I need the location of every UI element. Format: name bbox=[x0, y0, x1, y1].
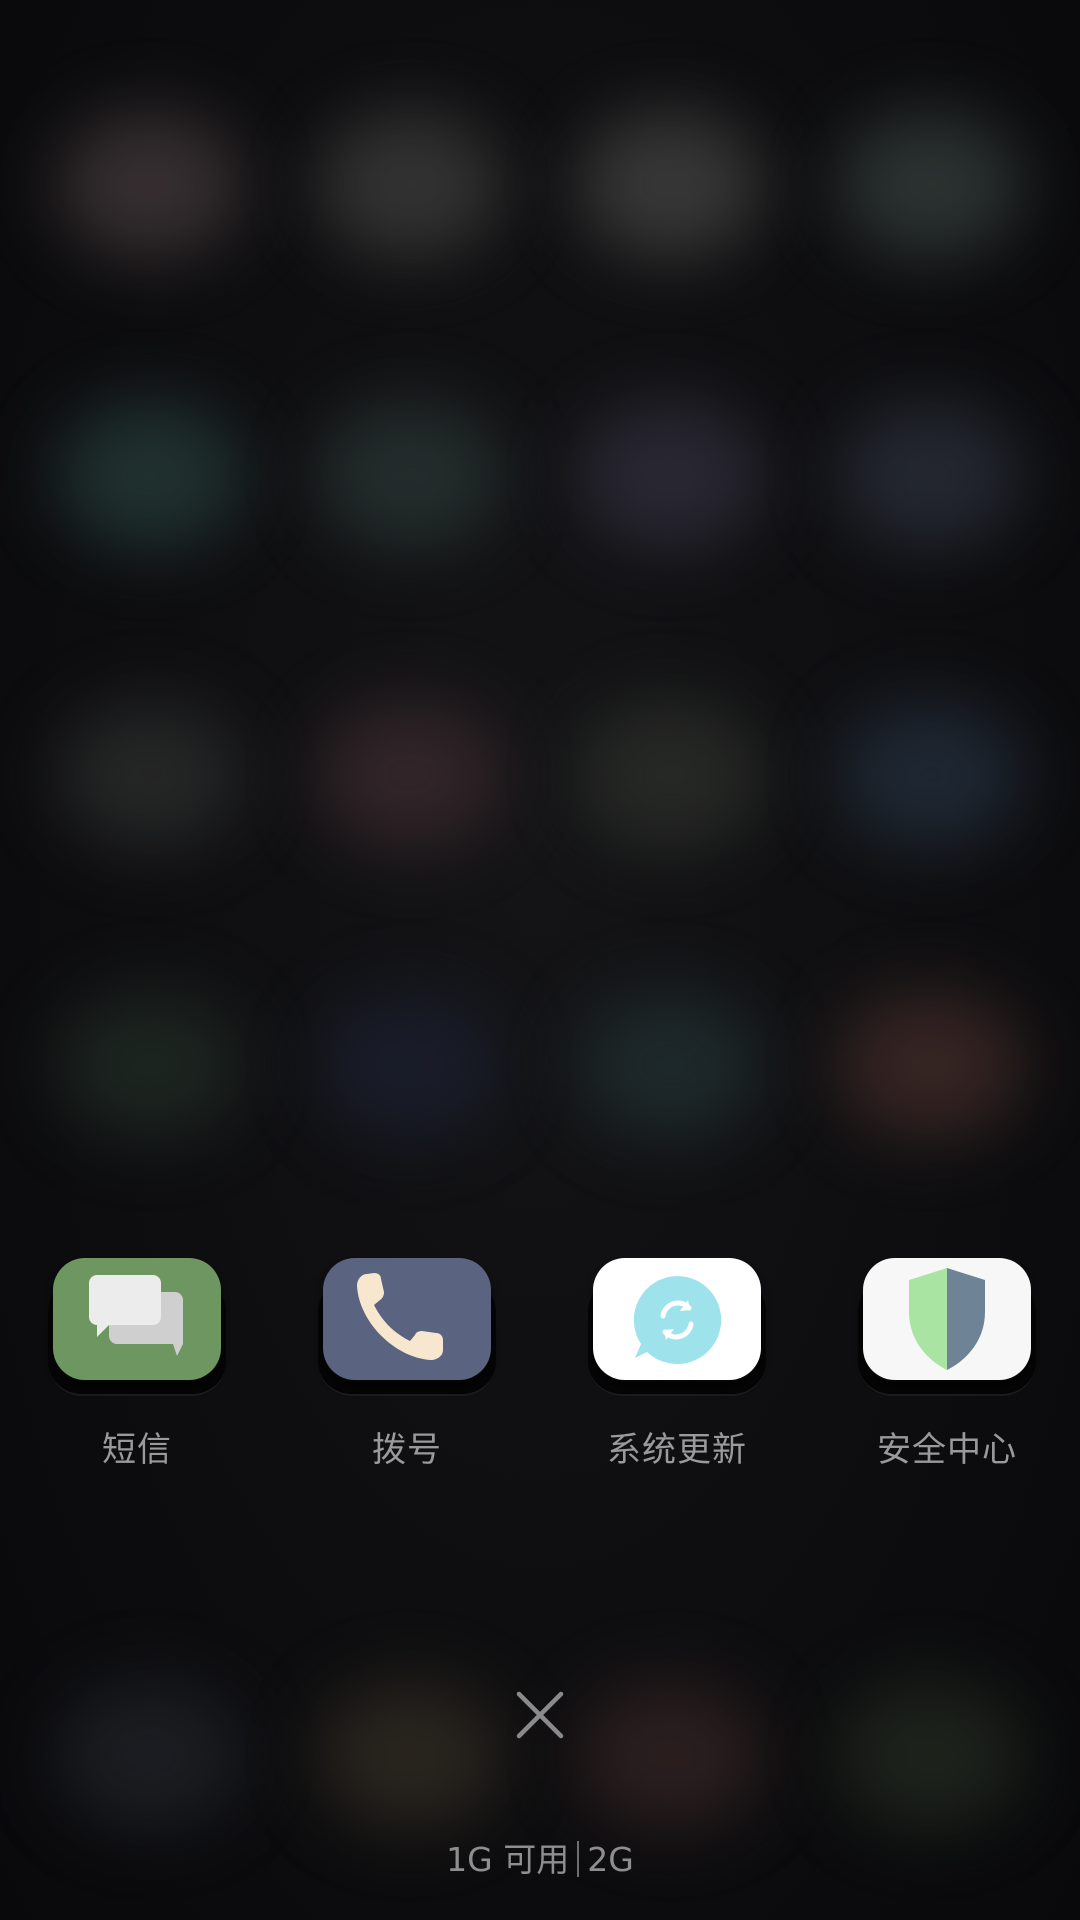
close-icon bbox=[516, 1691, 564, 1739]
app-tile[interactable] bbox=[863, 1258, 1031, 1380]
recent-app-messages[interactable]: 短信 bbox=[48, 1258, 230, 1470]
close-all-button[interactable] bbox=[505, 1680, 575, 1750]
memory-status: 1G 可用 2G bbox=[0, 1833, 1080, 1881]
phone-icon bbox=[357, 1273, 443, 1360]
recent-app-security-center[interactable]: 安全中心 bbox=[858, 1258, 1040, 1470]
recent-app-dialer[interactable]: 拨号 bbox=[318, 1258, 500, 1470]
app-label: 系统更新 bbox=[607, 1430, 747, 1470]
memory-available: 1G 可用 bbox=[446, 1840, 570, 1879]
memory-divider bbox=[577, 1841, 580, 1877]
security-shield-icon bbox=[909, 1268, 985, 1370]
recent-apps-row: 短信 拨号 系统更新 安全中心 bbox=[0, 1258, 1080, 1488]
recent-app-system-update[interactable]: 系统更新 bbox=[588, 1258, 770, 1470]
memory-total: 2G bbox=[587, 1840, 634, 1879]
blurred-wallpaper bbox=[0, 0, 1080, 1920]
system-update-icon bbox=[633, 1275, 722, 1364]
app-label: 短信 bbox=[102, 1430, 172, 1470]
recent-apps-screen: 短信 拨号 系统更新 安全中心 1G 可用 2G bbox=[0, 0, 1080, 1920]
app-tile[interactable] bbox=[53, 1258, 221, 1380]
app-tile[interactable] bbox=[323, 1258, 491, 1380]
messages-icon bbox=[89, 1275, 183, 1356]
app-tile[interactable] bbox=[593, 1258, 761, 1380]
app-label: 安全中心 bbox=[877, 1430, 1017, 1470]
app-label: 拨号 bbox=[372, 1430, 442, 1470]
